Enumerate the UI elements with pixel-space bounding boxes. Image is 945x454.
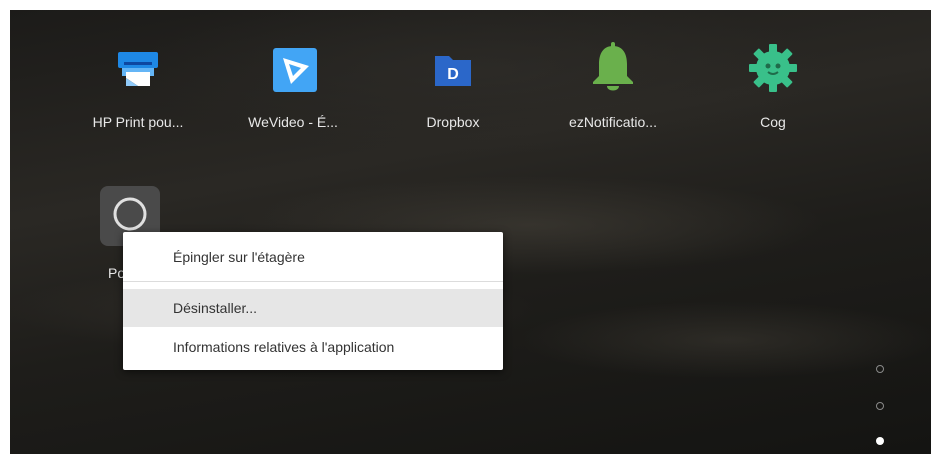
printer-icon	[110, 42, 166, 98]
app-eznotifications[interactable]: ezNotificatio...	[548, 42, 678, 130]
dropbox-icon: D	[425, 42, 481, 98]
app-label: Dropbox	[426, 114, 480, 130]
app-label: WeVideo - É...	[248, 114, 338, 130]
page-indicator	[874, 365, 886, 445]
svg-text:D: D	[447, 66, 459, 83]
menu-item-label: Informations relatives à l'application	[173, 339, 395, 355]
app-label: Cog	[760, 114, 786, 130]
wevideo-icon	[265, 42, 321, 98]
app-label: ezNotificatio...	[569, 114, 657, 130]
app-cog[interactable]: Cog	[708, 42, 838, 130]
app-wevideo[interactable]: WeVideo - É...	[228, 42, 358, 130]
menu-item-label: Désinstaller...	[173, 300, 258, 316]
menu-separator	[123, 281, 503, 282]
menu-item-app-info[interactable]: Informations relatives à l'application	[123, 328, 503, 366]
bell-icon	[585, 42, 641, 98]
page-dot-3-current[interactable]	[876, 437, 884, 445]
page-dot-2[interactable]	[876, 402, 884, 410]
menu-item-label: Épingler sur l'étagère	[173, 249, 305, 265]
menu-item-pin-to-shelf[interactable]: Épingler sur l'étagère	[123, 238, 503, 276]
app-label: HP Print pou...	[92, 114, 184, 130]
menu-item-uninstall[interactable]: Désinstaller...	[123, 289, 503, 327]
page-dot-1[interactable]	[876, 365, 884, 373]
app-dropbox[interactable]: D Dropbox	[388, 42, 518, 130]
cog-icon	[745, 42, 801, 98]
context-menu: Épingler sur l'étagère Désinstaller... I…	[123, 232, 503, 370]
app-hp-print[interactable]: HP Print pou...	[73, 42, 203, 130]
app-launcher: HP Print pou... WeVideo - É... D Dropbox	[10, 10, 931, 454]
